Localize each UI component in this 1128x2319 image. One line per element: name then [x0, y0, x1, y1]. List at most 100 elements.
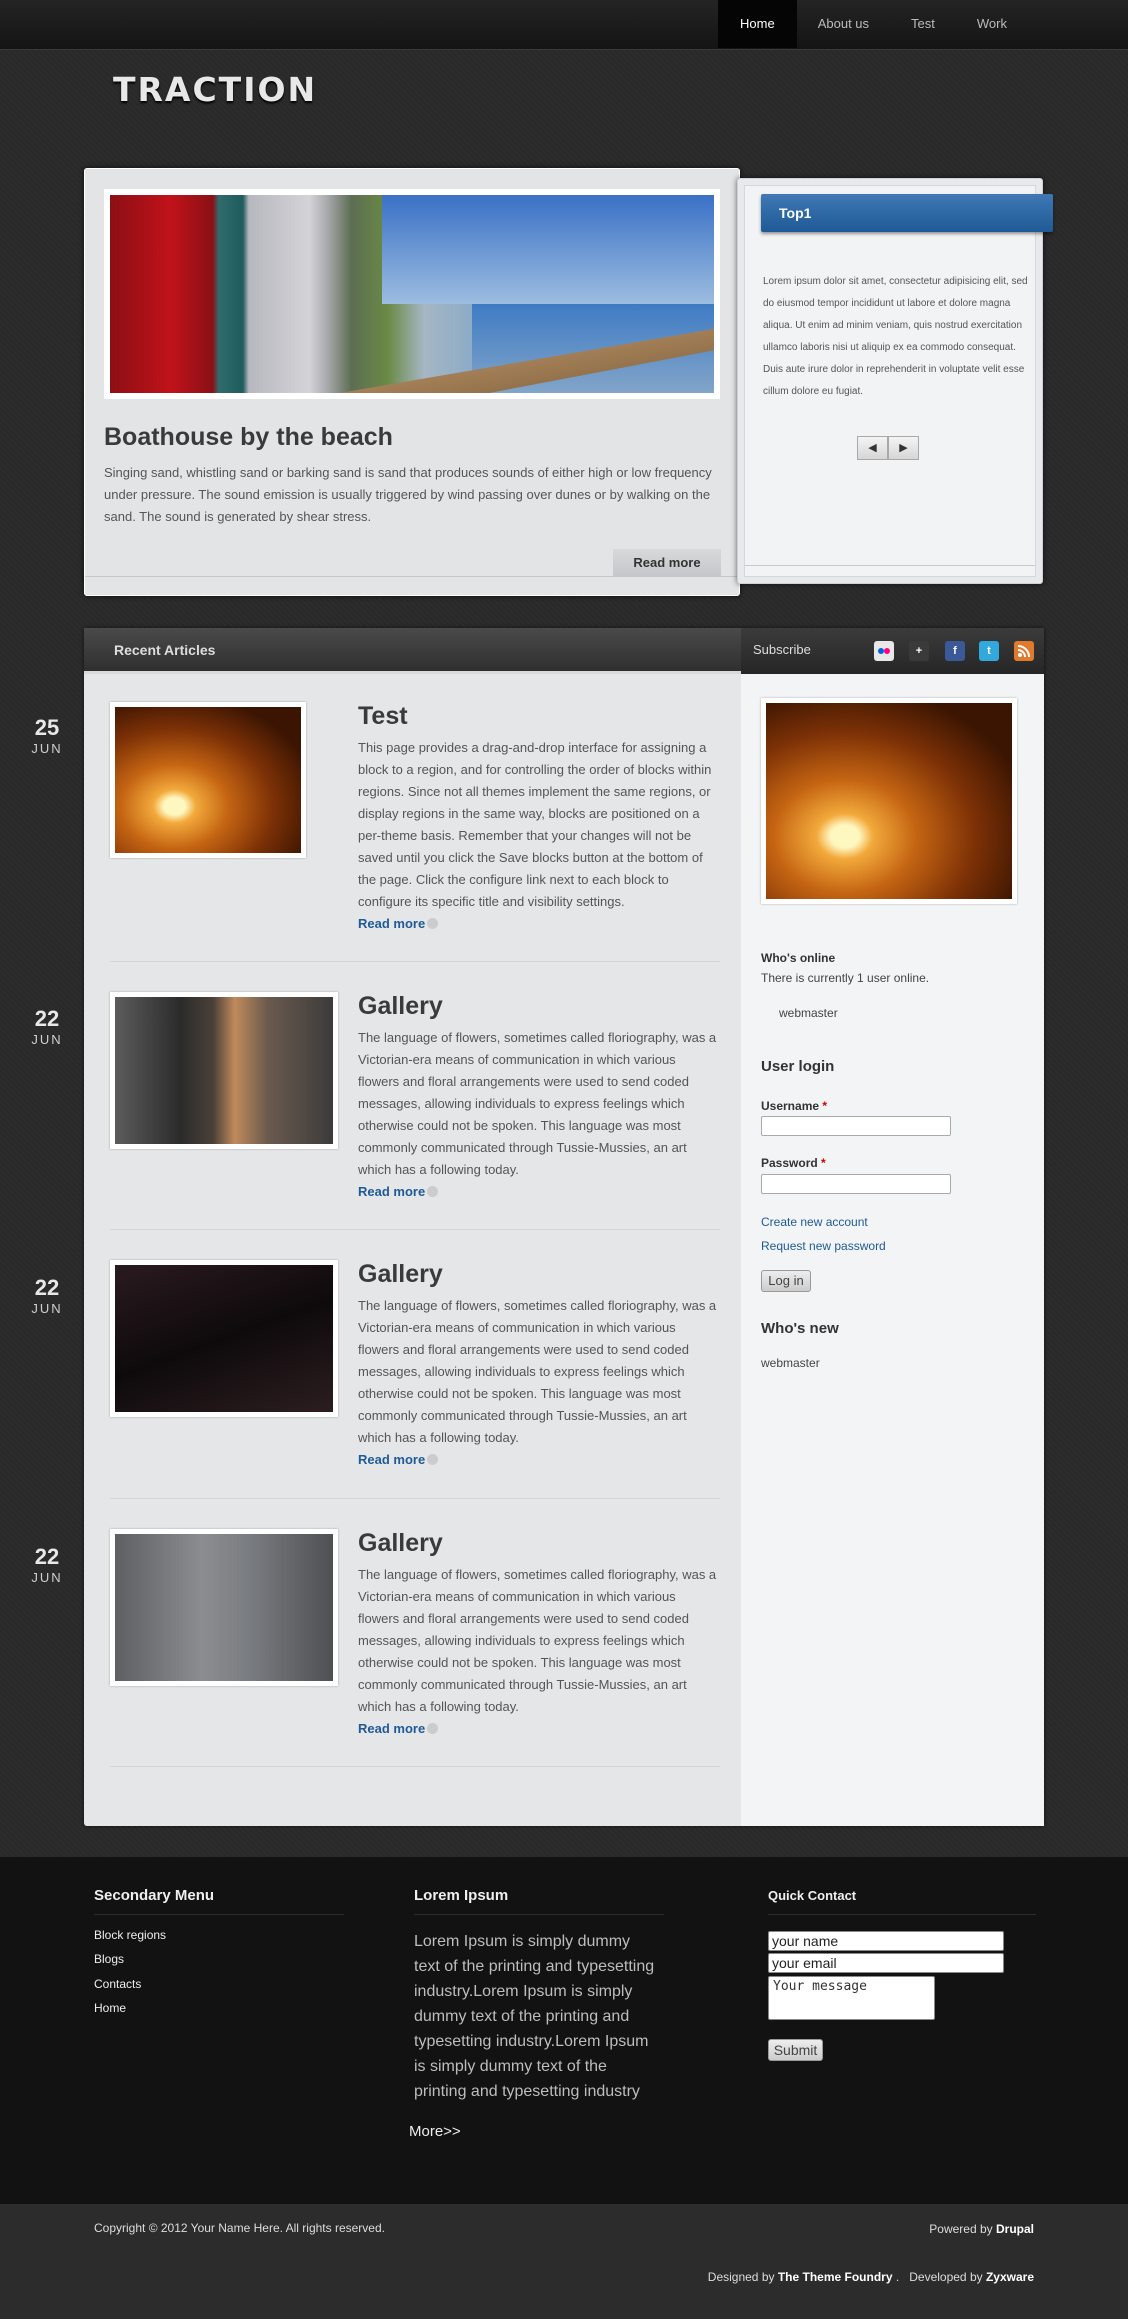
username-field[interactable] [761, 1116, 951, 1136]
submit-button[interactable]: Submit [768, 2039, 823, 2061]
footer-link-contacts[interactable]: Contacts [94, 1977, 141, 1991]
article-body: This page provides a drag-and-drop inter… [358, 737, 720, 935]
more-link[interactable]: More>> [409, 2123, 461, 2140]
top1-panel: Lorem ipsum dolor sit amet, consectetur … [744, 185, 1036, 577]
article-text: The language of flowers, sometimes calle… [358, 1567, 717, 1714]
footer-link-blogs[interactable]: Blogs [94, 1952, 124, 1966]
article-title[interactable]: Gallery [358, 1260, 443, 1289]
article-title[interactable]: Gallery [358, 992, 443, 1021]
read-more-link[interactable]: Read more [358, 1184, 425, 1199]
article-thumbnail[interactable] [110, 702, 306, 858]
required-mark: * [822, 1099, 828, 1113]
date-day: 22 [34, 1006, 60, 1031]
copyright-text: Copyright © 2012 Your Name Here. All rig… [94, 2221, 385, 2235]
article-body: The language of flowers, sometimes calle… [358, 1564, 720, 1740]
message-field[interactable]: Your message [768, 1976, 935, 2020]
top1-pager: ◀ ▶ [857, 436, 919, 460]
read-more-link[interactable]: Read more [358, 916, 425, 931]
footer-link-home[interactable]: Home [94, 2001, 126, 2015]
divider [110, 1498, 720, 1499]
date-day: 22 [34, 1275, 60, 1300]
arrow-icon [427, 1723, 439, 1734]
create-account-link[interactable]: Create new account [761, 1215, 868, 1229]
nav-test[interactable]: Test [890, 0, 956, 48]
nav-home[interactable]: Home [718, 0, 797, 48]
online-user[interactable]: webmaster [779, 1006, 838, 1020]
article-item: Gallery The language of flowers, sometim… [110, 992, 720, 1199]
article-title[interactable]: Test [358, 702, 408, 731]
rss-icon[interactable] [1014, 641, 1034, 661]
read-more-link[interactable]: Read more [358, 1721, 425, 1736]
section-title: Recent Articles [114, 642, 216, 658]
article-text: The language of flowers, sometimes calle… [358, 1298, 717, 1445]
article-item: Gallery The language of flowers, sometim… [110, 1529, 720, 1736]
top1-title: Top1 [761, 194, 1053, 232]
article-thumbnail[interactable] [110, 992, 338, 1149]
content-header: Recent Articles Subscribe + f t [84, 628, 1044, 674]
sidebar-image [761, 698, 1017, 904]
login-button[interactable]: Log in [761, 1270, 811, 1292]
nav-work[interactable]: Work [956, 0, 1028, 48]
date-month: JUN [31, 741, 63, 756]
google-plus-icon[interactable]: + [909, 641, 929, 661]
divider [745, 565, 1035, 566]
password-label-text: Password [761, 1156, 818, 1170]
divider [110, 1229, 720, 1230]
designed-prefix: Designed by [707, 2270, 775, 2284]
top1-text: Lorem ipsum dolor sit amet, consectetur … [763, 276, 1028, 397]
article-title[interactable]: Gallery [358, 1529, 443, 1558]
article-thumbnail[interactable] [110, 1529, 338, 1686]
divider [110, 1766, 720, 1767]
lorem-text: Lorem Ipsum is simply dummy text of the … [414, 1933, 655, 2100]
user-login-title: User login [761, 1058, 835, 1075]
twitter-icon[interactable]: t [979, 641, 999, 661]
zyxware-link[interactable]: Zyxware [986, 2270, 1034, 2284]
featured-slide: Boathouse by the beach Singing sand, whi… [84, 168, 740, 596]
read-more-link[interactable]: Read more [358, 1452, 425, 1467]
lorem-title: Lorem Ipsum [414, 1887, 509, 1904]
nav-about-us[interactable]: About us [797, 0, 890, 48]
arrow-icon [427, 1186, 439, 1197]
arrow-icon [427, 918, 439, 929]
top-bar: Home About us Test Work [0, 0, 1128, 50]
date-month: JUN [31, 1032, 63, 1047]
drupal-link[interactable]: Drupal [996, 2222, 1034, 2236]
date-month: JUN [31, 1301, 63, 1316]
request-password-link[interactable]: Request new password [761, 1239, 886, 1253]
article-body: The language of flowers, sometimes calle… [358, 1027, 720, 1203]
feature-read-more-button[interactable]: Read more [613, 549, 721, 577]
theme-foundry-link[interactable]: The Theme Foundry [778, 2270, 893, 2284]
footer-link-block-regions[interactable]: Block regions [94, 1928, 166, 1942]
whos-new-title: Who's new [761, 1320, 839, 1337]
article-date: 22 JUN [22, 1275, 72, 1316]
feature-text: Singing sand, whistling sand or barking … [104, 465, 712, 524]
site-logo[interactable]: TRACTION [113, 70, 317, 109]
powered-by: Powered by Drupal [929, 2222, 1034, 2236]
footer: Secondary Menu Block regions Blogs Conta… [0, 1857, 1128, 2204]
article-item: Gallery The language of flowers, sometim… [110, 1260, 720, 1467]
new-user[interactable]: webmaster [761, 1356, 820, 1370]
content-area: Recent Articles Subscribe + f t Who's on… [84, 628, 1044, 1826]
password-field[interactable] [761, 1174, 951, 1194]
prev-button[interactable]: ◀ [857, 436, 888, 460]
divider [94, 1914, 344, 1915]
developed-prefix: Developed by [909, 2270, 983, 2284]
facebook-icon[interactable]: f [945, 641, 965, 661]
article-thumbnail[interactable] [110, 1260, 338, 1417]
whos-online-title: Who's online [761, 951, 836, 965]
next-button[interactable]: ▶ [888, 436, 919, 460]
article-text: The language of flowers, sometimes calle… [358, 1030, 717, 1177]
date-month: JUN [31, 1570, 63, 1585]
email-field[interactable]: your email [768, 1953, 1004, 1973]
divider [768, 1914, 1036, 1915]
article-item: Test This page provides a drag-and-drop … [110, 702, 720, 931]
name-field[interactable]: your name [768, 1931, 1004, 1951]
sidebar: Who's online There is currently 1 user o… [741, 674, 1044, 1826]
flickr-icon[interactable] [874, 641, 894, 661]
feature-title[interactable]: Boathouse by the beach [104, 423, 393, 452]
whos-online-text: There is currently 1 user online. [761, 971, 930, 985]
article-date: 25 JUN [22, 715, 72, 756]
subscribe-bar: Subscribe + f t [741, 628, 1044, 674]
required-mark: * [821, 1156, 826, 1170]
article-date: 22 JUN [22, 1544, 72, 1585]
